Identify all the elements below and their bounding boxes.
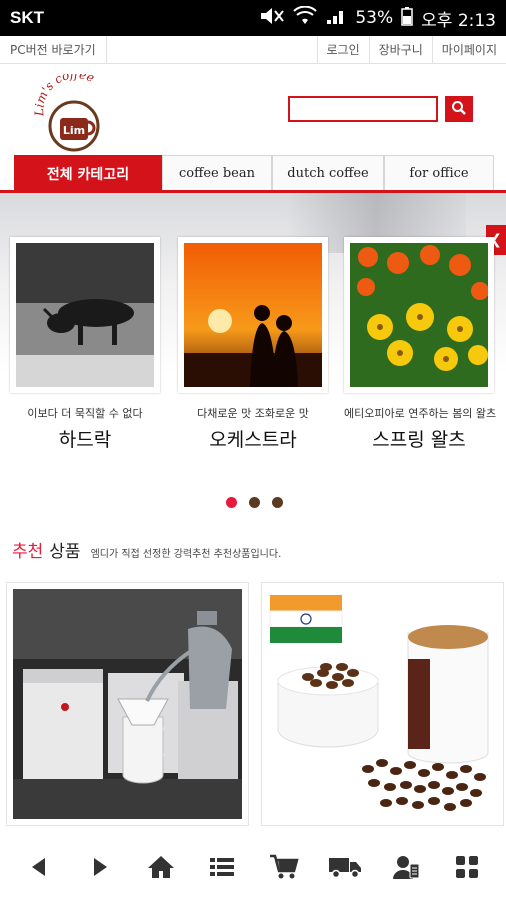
forward-button[interactable] xyxy=(80,849,120,889)
india-coffee-product-image xyxy=(268,589,497,819)
banner-image-frame xyxy=(178,237,328,393)
flowers-image xyxy=(350,243,488,387)
cart-link[interactable]: 장바구니 xyxy=(368,35,432,64)
status-icons: 53% 오후 2:13 xyxy=(259,5,496,31)
signal-icon xyxy=(325,6,347,31)
header: Lim's coffee Lim xyxy=(0,64,506,154)
banner-item-name: 하드락 xyxy=(58,429,112,451)
list-button[interactable] xyxy=(202,849,242,889)
product-card[interactable] xyxy=(261,582,504,826)
recommended-heading: 추천 상품 엠디가 직접 선정한 강력추천 추천상품입니다. xyxy=(12,537,281,562)
brand-logo[interactable]: Lim's coffee Lim xyxy=(32,67,114,154)
my-account-icon xyxy=(392,854,420,884)
home-button[interactable] xyxy=(141,849,181,889)
list-icon xyxy=(209,856,235,882)
top-links-right: 로그인 장바구니 마이페이지 xyxy=(316,35,506,64)
tab-coffee-bean[interactable]: coffee bean xyxy=(162,155,272,191)
banner-pagination xyxy=(226,497,283,508)
delivery-truck-icon xyxy=(328,855,362,883)
wifi-icon xyxy=(293,5,318,31)
banner-item-subtitle: 다채로운 맛 조화로운 맛 xyxy=(197,407,309,420)
carrier-label: SKT xyxy=(10,8,44,27)
menu-grid-button[interactable] xyxy=(447,849,487,889)
search-input[interactable] xyxy=(288,96,438,122)
pagination-dot[interactable] xyxy=(226,497,237,508)
status-bar: SKT 53% 오후 2:13 xyxy=(0,0,506,36)
delivery-button[interactable] xyxy=(325,849,365,889)
home-icon xyxy=(147,855,175,883)
svg-text:Lim: Lim xyxy=(63,124,85,137)
search-icon xyxy=(451,100,467,119)
banner-item[interactable]: 에티오피아로 연주하는 봄의 왈츠 스프링 왈츠 xyxy=(344,237,497,451)
tab-dutch-coffee[interactable]: dutch coffee xyxy=(272,155,384,191)
back-button[interactable] xyxy=(19,849,59,889)
search-button[interactable] xyxy=(445,96,473,122)
search-bar xyxy=(288,96,473,122)
recommended-title-black: 상품 xyxy=(49,542,81,562)
mypage-link[interactable]: 마이페이지 xyxy=(431,35,506,64)
recommended-description: 엠디가 직접 선정한 강력추천 추천상품입니다. xyxy=(90,549,282,560)
pc-version-link[interactable]: PC버전 바로가기 xyxy=(0,35,107,64)
product-card[interactable] xyxy=(6,582,249,826)
pagination-dot[interactable] xyxy=(272,497,283,508)
banner-item-subtitle: 이보다 더 묵직할 수 없다 xyxy=(27,407,143,420)
banner-item-subtitle: 에티오피아로 연주하는 봄의 왈츠 xyxy=(344,407,497,420)
recommended-title-red: 추천 xyxy=(12,542,44,562)
svg-text:Lim's coffee: Lim's coffee xyxy=(34,74,97,117)
pagination-dot[interactable] xyxy=(249,497,260,508)
tab-for-office[interactable]: for office xyxy=(384,155,494,191)
back-arrow-icon xyxy=(29,856,49,882)
tab-all-categories[interactable]: 전체 카테고리 xyxy=(14,155,162,191)
category-tabs: 전체 카테고리 coffee bean dutch coffee for off… xyxy=(14,155,494,191)
clock: 오후 2:13 xyxy=(421,10,496,31)
cart-icon xyxy=(269,854,299,884)
bottom-navigation xyxy=(0,838,506,900)
my-account-button[interactable] xyxy=(386,849,426,889)
banner-item[interactable]: 이보다 더 묵직할 수 없다 하드락 xyxy=(10,237,160,451)
banner-item-name: 오케스트라 xyxy=(209,429,297,451)
cart-button[interactable] xyxy=(264,849,304,889)
drip-coffee-product-image xyxy=(13,589,242,819)
product-banner: ❮ 이보다 더 묵직할 수 없다 하드락 다채로운 맛 조화로운 맛 오케스트라… xyxy=(0,193,506,451)
banner-item-name: 스프링 왈츠 xyxy=(372,429,466,451)
banner-image-frame xyxy=(10,237,160,393)
forward-arrow-icon xyxy=(90,856,110,882)
mute-icon xyxy=(259,6,285,31)
battery-icon xyxy=(401,6,413,31)
top-links-bar: PC버전 바로가기 로그인 장바구니 마이페이지 xyxy=(0,35,506,64)
login-link[interactable]: 로그인 xyxy=(316,35,369,64)
banner-image-frame xyxy=(344,237,494,393)
battery-percent: 53% xyxy=(355,8,394,28)
banner-item[interactable]: 다채로운 맛 조화로운 맛 오케스트라 xyxy=(178,237,328,451)
grid-menu-icon xyxy=(455,855,479,883)
sunset-image xyxy=(184,243,322,387)
product-grid xyxy=(6,582,504,826)
bull-image xyxy=(16,243,154,387)
